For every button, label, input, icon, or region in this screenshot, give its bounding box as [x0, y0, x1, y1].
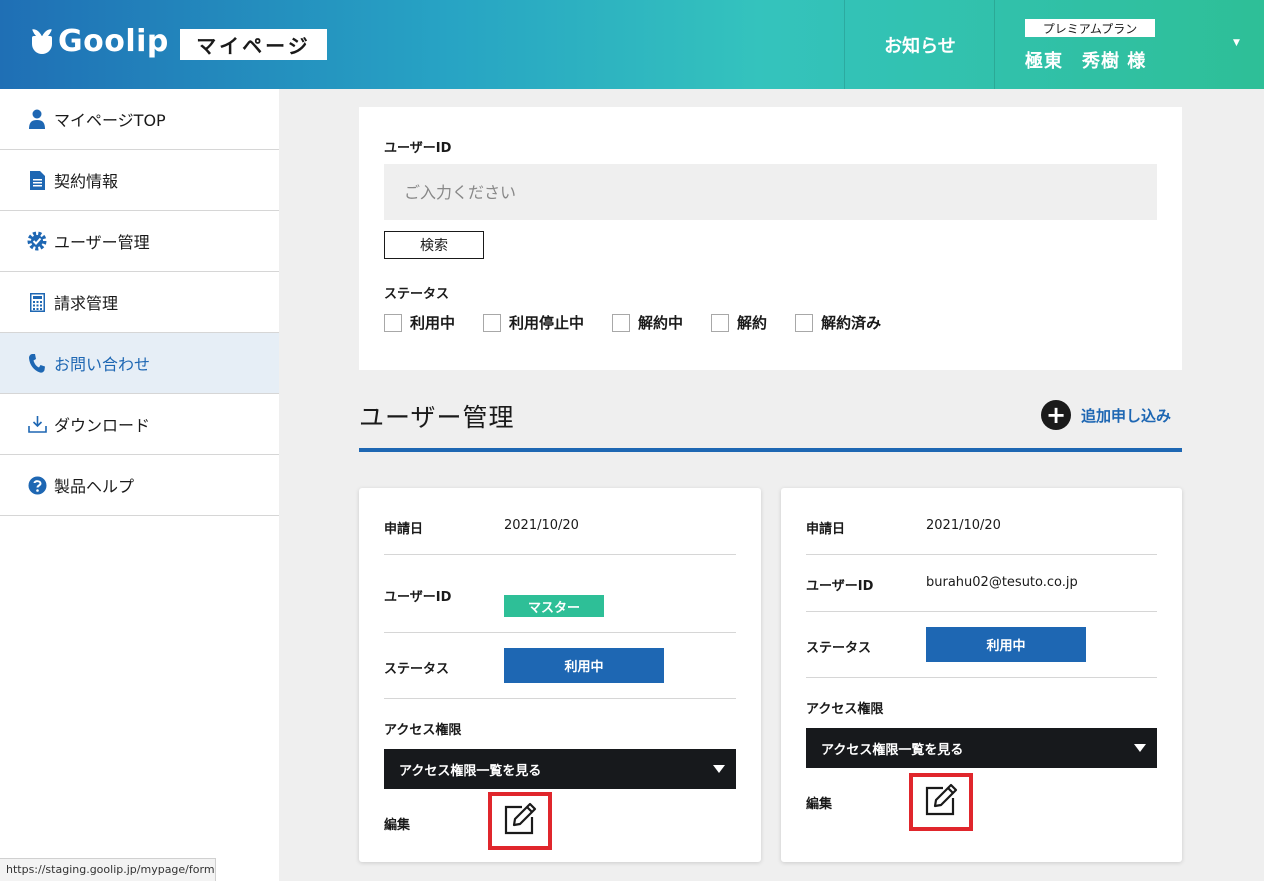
mypage-badge: マイページ	[180, 29, 327, 60]
checkbox[interactable]	[612, 313, 631, 332]
user-id-value: burahu02@tesuto.co.jp	[926, 575, 1078, 590]
checkbox-label: 利用中	[410, 314, 456, 332]
application-date-label: 申請日	[806, 522, 846, 537]
header-divider	[994, 0, 995, 89]
plan-badge: プレミアムプラン	[1025, 19, 1155, 37]
triangle-down-icon	[713, 765, 725, 773]
top-header: Goolip マイページ お知らせ プレミアムプラン 極東 秀樹 様 ▼	[0, 0, 1264, 89]
edit-button[interactable]	[488, 792, 552, 850]
sidebar-item-label: ユーザー管理	[54, 233, 150, 252]
sidebar-item-label: 契約情報	[54, 172, 119, 191]
access-rights-dropdown-label: アクセス権限一覧を見る	[399, 763, 542, 779]
logo-cup-icon	[30, 26, 54, 56]
triangle-down-icon	[1134, 744, 1146, 752]
sidebar-item-label: 製品ヘルプ	[54, 477, 135, 496]
user-id-label: ユーザーID	[384, 141, 452, 156]
help-icon	[27, 475, 47, 495]
calculator-icon	[27, 292, 47, 312]
user-icon	[27, 109, 47, 129]
user-card: 申請日 2021/10/20 ユーザーID burahu02@tesuto.co…	[781, 488, 1182, 862]
status-checkbox-suspended[interactable]: 利用停止中	[483, 312, 584, 333]
sidebar-item-contact[interactable]: お問い合わせ	[0, 333, 279, 394]
checkbox[interactable]	[711, 313, 730, 332]
row-divider	[806, 611, 1157, 612]
application-date-label: 申請日	[384, 522, 424, 537]
row-divider	[384, 554, 736, 555]
logo-text: Goolip	[58, 24, 169, 59]
goolip-logo[interactable]: Goolip	[30, 24, 169, 59]
access-rights-dropdown[interactable]: アクセス権限一覧を見る	[384, 749, 736, 789]
sidebar-item-label: 請求管理	[54, 294, 119, 313]
status-checkbox-cancelled[interactable]: 解約	[711, 312, 767, 333]
sidebar-item-help[interactable]: 製品ヘルプ	[0, 455, 279, 516]
plus-circle-icon: +	[1041, 400, 1071, 430]
user-id-label: ユーザーID	[384, 590, 452, 605]
access-rights-label: アクセス権限	[806, 702, 884, 717]
checkbox-label: 解約済み	[821, 314, 882, 332]
checkbox-label: 解約中	[638, 314, 684, 332]
row-divider	[806, 554, 1157, 555]
status-label: ステータス	[384, 662, 450, 677]
sidebar-item-contract[interactable]: 契約情報	[0, 150, 279, 211]
user-name[interactable]: 極東 秀樹 様	[1025, 47, 1146, 73]
status-bar-url: https://staging.goolip.jp/mypage/form	[0, 858, 216, 881]
access-rights-dropdown-label: アクセス権限一覧を見る	[821, 742, 964, 758]
user-id-search-input[interactable]	[384, 164, 1157, 220]
sidebar-item-label: お問い合わせ	[54, 355, 151, 374]
access-rights-dropdown[interactable]: アクセス権限一覧を見る	[806, 728, 1157, 768]
master-badge: マスター	[504, 595, 604, 617]
status-label: ステータス	[806, 641, 872, 656]
status-checkbox-active[interactable]: 利用中	[384, 312, 455, 333]
sidebar-item-mypage-top[interactable]: マイページTOP	[0, 89, 279, 150]
checkbox-label: 解約	[737, 314, 768, 332]
sidebar-item-label: マイページTOP	[54, 111, 166, 130]
add-application-link[interactable]: + 追加申し込み	[1041, 400, 1171, 430]
status-checkbox-group: 利用中 利用停止中 解約中 解約 解約済み	[384, 312, 909, 333]
section-divider	[359, 448, 1182, 452]
sidebar-item-user-management[interactable]: ユーザー管理	[0, 211, 279, 272]
row-divider	[384, 632, 736, 633]
status-label: ステータス	[384, 287, 450, 302]
download-icon	[27, 414, 47, 434]
sidebar-item-label: ダウンロード	[54, 416, 151, 435]
status-checkbox-cancel-complete[interactable]: 解約済み	[795, 312, 881, 333]
application-date-value: 2021/10/20	[926, 518, 1001, 533]
checkbox[interactable]	[483, 313, 502, 332]
checkbox-label: 利用停止中	[509, 314, 585, 332]
sidebar: マイページTOP 契約情報 ユーザー管理 請求管理 お問い合わせ ダウンロード	[0, 89, 279, 881]
user-id-label: ユーザーID	[806, 579, 874, 594]
status-badge: 利用中	[504, 648, 664, 683]
add-application-label: 追加申し込み	[1081, 406, 1172, 425]
caret-down-icon[interactable]: ▼	[1233, 38, 1240, 48]
search-button[interactable]: 検索	[384, 231, 484, 259]
access-rights-label: アクセス権限	[384, 723, 462, 738]
phone-icon	[27, 353, 47, 373]
application-date-value: 2021/10/20	[504, 518, 579, 533]
sidebar-item-billing[interactable]: 請求管理	[0, 272, 279, 333]
edit-label: 編集	[384, 818, 411, 833]
edit-label: 編集	[806, 797, 833, 812]
row-divider	[806, 677, 1157, 678]
status-checkbox-cancelling[interactable]: 解約中	[612, 312, 683, 333]
edit-icon	[924, 783, 958, 821]
edit-icon	[503, 802, 537, 840]
user-card: 申請日 2021/10/20 ユーザーID マスター ステータス 利用中 アクセ…	[359, 488, 761, 862]
row-divider	[384, 698, 736, 699]
user-gear-icon	[27, 231, 47, 251]
checkbox[interactable]	[384, 313, 402, 332]
sidebar-item-download[interactable]: ダウンロード	[0, 394, 279, 455]
page-title: ユーザー管理	[359, 403, 515, 432]
checkbox[interactable]	[795, 313, 814, 332]
notice-link[interactable]: お知らせ	[845, 0, 995, 89]
search-panel: ユーザーID 検索 ステータス 利用中 利用停止中 解約中 解約 解約済み	[359, 107, 1182, 370]
document-icon	[27, 170, 47, 190]
status-badge: 利用中	[926, 627, 1086, 662]
edit-button[interactable]	[909, 773, 973, 831]
